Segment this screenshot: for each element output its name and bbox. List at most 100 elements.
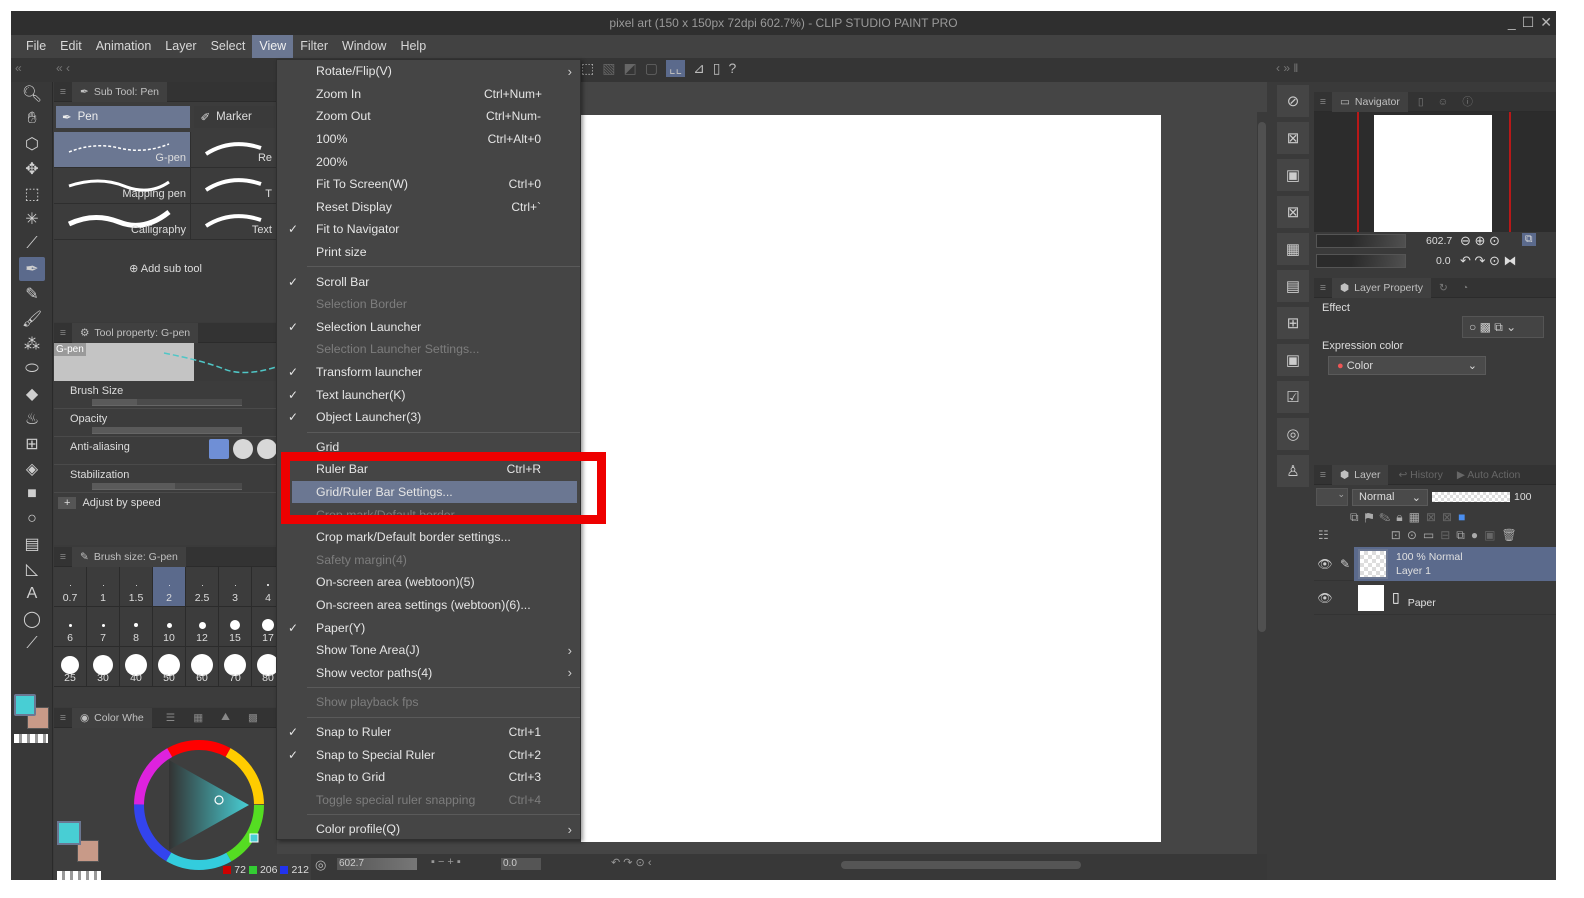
brush-tool-icon[interactable]: 🖌︎ — [19, 307, 45, 331]
menu-help[interactable]: Help — [393, 35, 433, 58]
layer-opacity-value[interactable]: 100 — [1514, 491, 1532, 503]
menu-item-show-vector-paths-4[interactable]: Show vector paths(4) › — [277, 661, 580, 684]
menu-item-crop-mark-default-border[interactable]: Crop mark/Default border — [277, 503, 580, 526]
brush-size-option[interactable]: 50 — [153, 647, 186, 687]
clip-layer-icon[interactable]: ⧉ — [1350, 510, 1365, 524]
material-folder-icon[interactable]: ▤ — [1277, 270, 1309, 302]
panel-menu-icon[interactable]: ≡ — [54, 551, 72, 563]
add-sub-tool-button[interactable]: ⊕ Add sub tool — [54, 240, 277, 275]
frame-tool-icon[interactable]: ▤ — [19, 532, 45, 556]
gradient-tool-icon[interactable]: ■ — [19, 482, 45, 506]
opacity-slider[interactable] — [1432, 492, 1510, 502]
brush-text[interactable]: Text — [191, 204, 277, 240]
reference-layer-icon[interactable]: ⚑ — [1365, 510, 1380, 524]
decoration-tool-icon[interactable]: ⬭ — [19, 357, 45, 381]
intermediate-color-tab-icon[interactable]: ⛰ — [221, 711, 230, 724]
lock-transparent-icon[interactable]: ▦ — [1409, 510, 1426, 524]
pencil-tool-icon[interactable]: ✎ — [19, 282, 45, 306]
collapse-panel-icon[interactable]: « ‹ — [56, 61, 70, 75]
mask-icon[interactable]: ⊠ — [1426, 510, 1442, 524]
brush-t[interactable]: T — [191, 168, 277, 204]
menu-item-text-launcher-k[interactable]: ✓ Text launcher(K) — [277, 383, 580, 406]
approximate-color-tab-icon[interactable]: ▩ — [248, 712, 258, 724]
brush-size-option[interactable]: 30 — [87, 647, 120, 687]
navigator-zoom-slider[interactable] — [1316, 234, 1406, 248]
brush-size-option[interactable]: 8 — [120, 607, 153, 647]
snap-grid-icon[interactable]: ⊿ — [693, 60, 705, 77]
category-marker[interactable]: ✐ Marker — [194, 106, 275, 128]
brush-size-option[interactable]: 2 — [153, 567, 186, 607]
menu-item-grid[interactable]: Grid — [277, 436, 580, 459]
panel-menu-icon[interactable]: ≡ — [54, 86, 72, 98]
brush-size-option[interactable]: 3 — [219, 567, 252, 607]
main-color-swatch[interactable] — [14, 694, 36, 716]
menu-item-200[interactable]: 200% — [277, 150, 580, 173]
menu-select[interactable]: Select — [204, 35, 253, 58]
new-raster-layer-icon[interactable]: ⊡ — [1391, 528, 1401, 543]
brush-g-pen[interactable]: G-pen — [54, 132, 191, 168]
rotation-field[interactable]: 0.0 — [501, 858, 541, 870]
new-vector-layer-icon[interactable]: ⊙ — [1407, 528, 1417, 543]
menu-animation[interactable]: Animation — [89, 35, 159, 58]
transparent-swatch[interactable] — [14, 734, 48, 743]
merge-down-icon[interactable]: ⧉ — [1456, 528, 1465, 543]
navigator-rotate-slider[interactable] — [1316, 254, 1406, 268]
navigator-preview[interactable] — [1314, 112, 1556, 232]
panel-menu-icon[interactable]: ≡ — [1314, 469, 1332, 481]
fill-tool-icon[interactable]: ◈ — [19, 457, 45, 481]
menu-edit[interactable]: Edit — [53, 35, 89, 58]
fill-icon[interactable]: ◩ — [623, 60, 636, 77]
menu-item-transform-launcher[interactable]: ✓ Transform launcher — [277, 361, 580, 384]
help-icon[interactable]: ? — [729, 60, 737, 77]
info-tab-icon[interactable]: ⓘ — [1462, 94, 1473, 109]
effect-buttons[interactable]: ○ ▩ ⧉ ⌄ — [1462, 316, 1544, 338]
tab-icon[interactable]: ◔ — [1462, 282, 1468, 294]
create-mask-icon[interactable]: ● — [1471, 528, 1478, 543]
brush-size-option[interactable]: 6 — [54, 607, 87, 647]
operation-tool-icon[interactable]: ⬡ — [19, 132, 45, 156]
visibility-eye-icon[interactable]: 👁︎ — [1314, 557, 1336, 571]
menu-item-fit-to-navigator[interactable]: ✓ Fit to Navigator — [277, 218, 580, 241]
magic-wand-icon[interactable]: ✳ — [19, 207, 45, 231]
menu-item-snap-to-ruler[interactable]: ✓ Snap to Ruler Ctrl+1 — [277, 721, 580, 744]
menu-item-selection-launcher-settings[interactable]: Selection Launcher Settings... — [277, 338, 580, 361]
search-material-icon[interactable]: ⊘ — [1277, 85, 1309, 117]
tab-layer[interactable]: ⬢ Layer — [1332, 464, 1389, 485]
stabilization-slider[interactable] — [92, 483, 242, 490]
selection-tool-icon[interactable]: ⬚ — [19, 182, 45, 206]
color-wheel[interactable] — [124, 730, 274, 880]
brush-size-option[interactable]: 2.5 — [186, 567, 219, 607]
brush-size-option[interactable]: 60 — [186, 647, 219, 687]
menu-item-safety-margin-4[interactable]: Safety margin(4) — [277, 548, 580, 571]
device-icon[interactable]: ▯ — [713, 60, 721, 77]
blend-mode-select[interactable]: Normal ⌄ — [1352, 488, 1428, 506]
correct-line-icon[interactable]: ⟋ — [19, 632, 45, 656]
layer-color-dropdown[interactable]: ⌄ — [1316, 488, 1348, 506]
move-tool-icon[interactable]: ✥ — [19, 157, 45, 181]
panel-menu-icon[interactable]: ≡ — [1314, 96, 1332, 108]
menu-item-paper-y[interactable]: ✓ Paper(Y) — [277, 616, 580, 639]
brush-size-option[interactable]: 0.7 — [54, 567, 87, 607]
pen-tool-icon[interactable]: ✒ — [19, 257, 45, 281]
zoom-field[interactable]: 602.7 — [337, 858, 417, 870]
brush-size-option[interactable]: 12 — [186, 607, 219, 647]
panel-menu-icon[interactable]: ≡ — [1314, 282, 1332, 294]
menu-item-show-playback-fps[interactable]: Show playback fps — [277, 691, 580, 714]
material-folder-icon[interactable]: ◎ — [1277, 418, 1309, 450]
menu-item-crop-mark-default-border-settings[interactable]: Crop mark/Default border settings... — [277, 526, 580, 549]
material-folder-icon[interactable]: ♙ — [1277, 455, 1309, 487]
menu-item-toggle-special-ruler-snapping[interactable]: Toggle special ruler snapping Ctrl+4 — [277, 788, 580, 811]
brush-size-slider[interactable] — [92, 399, 242, 406]
menu-item-color-profile-q[interactable]: Color profile(Q) › — [277, 818, 580, 841]
brush-size-option[interactable]: 70 — [219, 647, 252, 687]
expand-toggle-icon[interactable]: + — [58, 497, 77, 509]
menu-layer[interactable]: Layer — [158, 35, 203, 58]
antialias-weak-option[interactable] — [233, 439, 253, 459]
frame-icon[interactable]: ▢ — [645, 60, 658, 77]
menu-item-grid-ruler-bar-settings[interactable]: Grid/Ruler Bar Settings... — [292, 480, 577, 504]
layer-list-icon[interactable]: ☷ — [1318, 528, 1329, 543]
vertical-scrollbar[interactable] — [1257, 112, 1267, 854]
navigator-zoom-buttons[interactable]: ⊖ ⊕ ⊙ — [1460, 233, 1500, 249]
zoom-tool-icon[interactable]: 🔍︎ — [19, 82, 45, 106]
rotate-controls[interactable]: ↶ ↷ ⊙ ‹ — [611, 856, 651, 869]
